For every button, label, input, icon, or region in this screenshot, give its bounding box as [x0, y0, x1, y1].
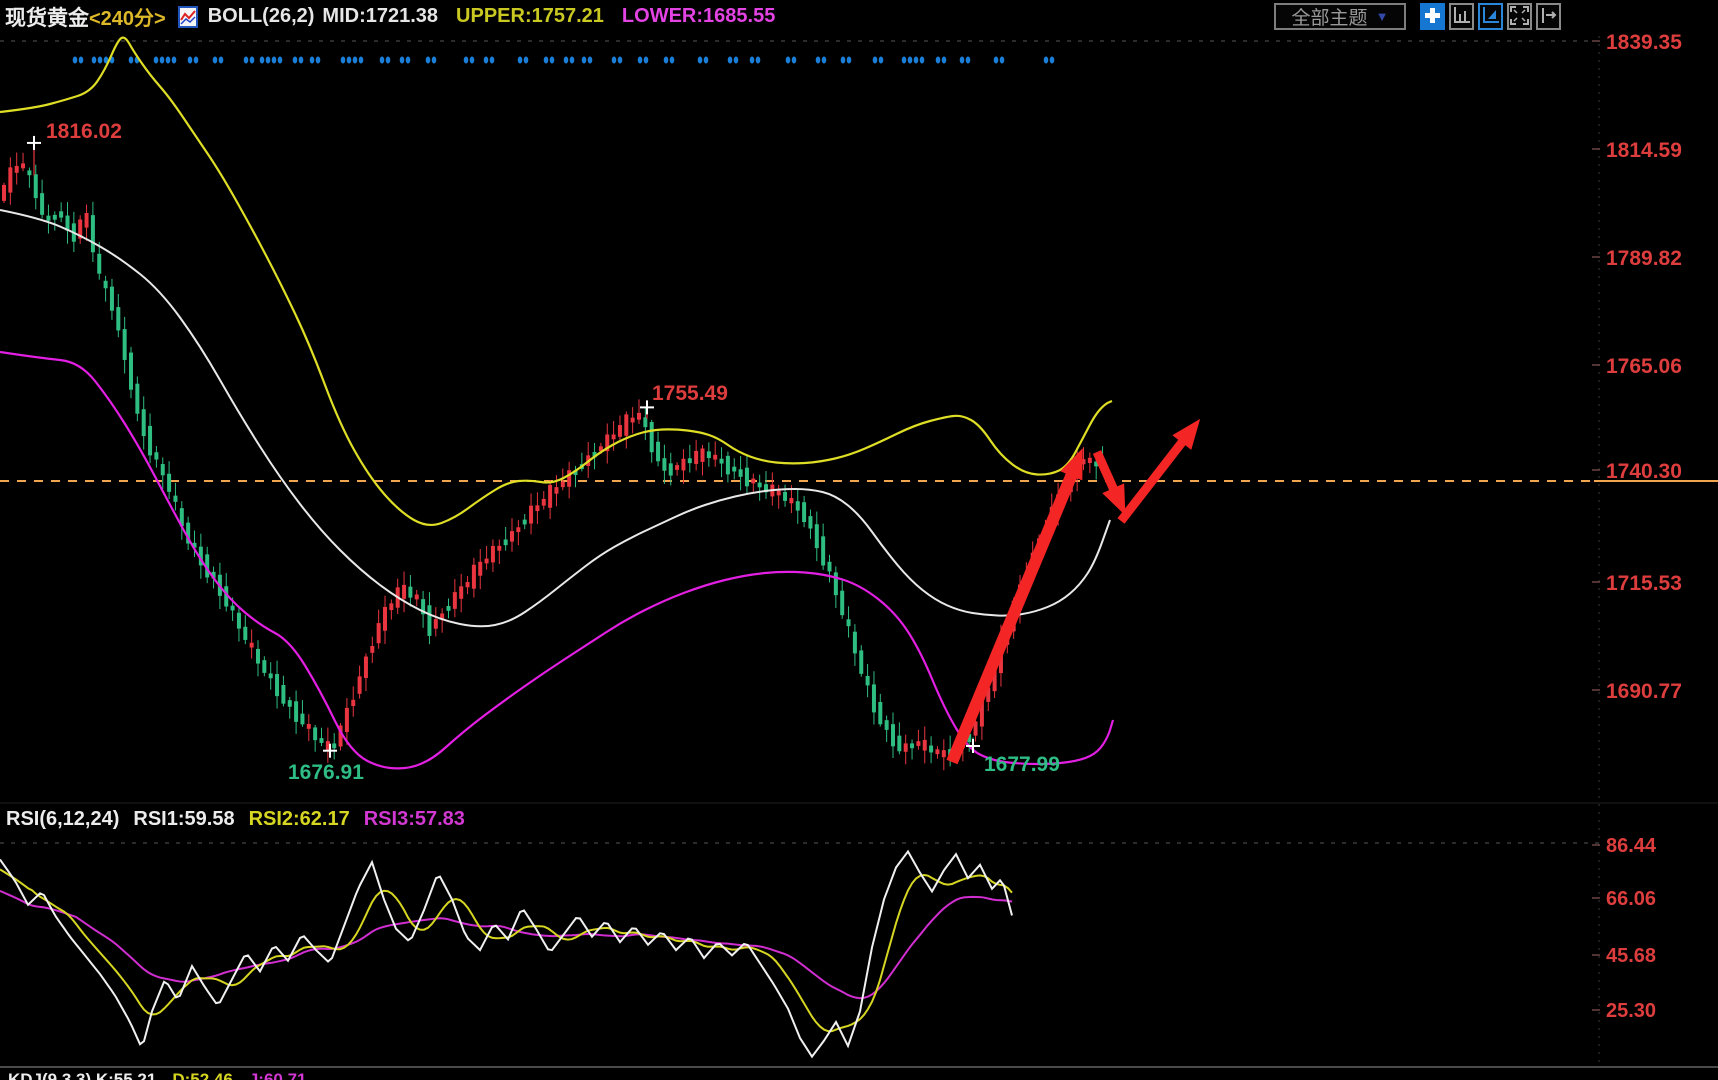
trend-play-icon [1481, 6, 1500, 28]
indicator-chart-icon[interactable] [178, 6, 198, 28]
rsi-header: RSI(6,12,24) RSI1:59.58 RSI2:62.17 RSI3:… [6, 808, 465, 831]
clipped-indicator-white: KDJ(9,3,3) K:55.21 [8, 1070, 156, 1080]
rsi3-line [0, 891, 1012, 998]
candles [2, 152, 1105, 770]
pan-right-button[interactable] [1536, 3, 1561, 30]
boll-indicator-label: BOLL(26,2) [208, 5, 315, 28]
grid-lines [0, 36, 1718, 1067]
grid-plus-icon [1425, 8, 1440, 26]
chart-canvas[interactable]: 1839.35 1814.59 1789.82 1765.06 1740.30 1715.… [0, 0, 1718, 1080]
toolbar-right: 全部主题 ▼ [1274, 3, 1561, 30]
trend-play-button[interactable] [1478, 3, 1503, 30]
boll-lower-band [0, 352, 1113, 768]
fullscreen-button[interactable] [1507, 3, 1532, 30]
axis-scale-icon [1452, 6, 1471, 28]
pan-right-icon [1539, 6, 1558, 28]
rsi-axis-label: 45.68 [1606, 945, 1656, 967]
rsi-axis-label: 86.44 [1606, 835, 1657, 857]
rsi3-value: RSI3:57.83 [364, 808, 465, 831]
extreme-markers: 1816.02 1755.49 1676.91 1677.99 [27, 120, 1060, 784]
boll-upper-value: UPPER:1757.21 [456, 5, 604, 28]
boll-lower-value: LOWER:1685.55 [622, 5, 775, 28]
axis-scale-button[interactable] [1449, 3, 1474, 30]
y-axis-label: 1690.77 [1606, 680, 1682, 703]
boll-upper-band [0, 38, 1112, 525]
boll-mid-value: MID:1721.38 [322, 5, 438, 28]
y-axis-label: 1765.06 [1606, 355, 1682, 378]
price-extreme-label: 1677.99 [984, 753, 1060, 776]
price-extreme-label: 1816.02 [46, 120, 122, 143]
theme-dropdown[interactable]: 全部主题 ▼ [1274, 3, 1406, 30]
trade-dots [73, 57, 1055, 64]
trend-arrow [1097, 452, 1114, 490]
clipped-indicator-row: KDJ(9,3,3) K:55.21 D:52.46 J:60.71 [8, 1070, 307, 1080]
chevron-down-icon: ▼ [1376, 9, 1389, 24]
grid-plus-button[interactable] [1420, 3, 1445, 30]
y-axis-label: 1839.35 [1606, 31, 1682, 54]
y-axis-label: 1789.82 [1606, 247, 1682, 270]
price-extreme-label: 1676.91 [288, 761, 364, 784]
top-bar: 现货黄金 <240分> BOLL(26,2) MID:1721.38 UPPER… [0, 0, 1718, 33]
period-label[interactable]: <240分> [89, 2, 166, 31]
rsi-lines [0, 852, 1012, 1057]
rsi-indicator-label: RSI(6,12,24) [6, 808, 119, 831]
trend-arrow [952, 474, 1072, 762]
price-extreme-label: 1755.49 [652, 382, 728, 405]
trend-arrows[interactable] [952, 441, 1183, 762]
y-axis: 1839.35 1814.59 1789.82 1765.06 1740.30 1715.… [1592, 31, 1682, 1022]
fullscreen-icon [1510, 6, 1529, 28]
bollinger-bands [0, 38, 1113, 769]
rsi1-line [0, 852, 1012, 1057]
theme-dropdown-label: 全部主题 [1292, 3, 1368, 30]
rsi-axis-label: 25.30 [1606, 1000, 1656, 1022]
clipped-indicator-magenta: J:60.71 [249, 1070, 307, 1080]
rsi-axis-label: 66.06 [1606, 888, 1656, 910]
y-axis-label: 1814.59 [1606, 139, 1682, 162]
y-axis-label: 1715.53 [1606, 572, 1682, 595]
symbol-name: 现货黄金 [5, 2, 89, 32]
rsi2-value: RSI2:62.17 [249, 808, 350, 831]
clipped-indicator-yellow: D:52.46 [172, 1070, 232, 1080]
rsi1-value: RSI1:59.58 [133, 808, 234, 831]
y-axis-label: 1740.30 [1606, 460, 1682, 483]
